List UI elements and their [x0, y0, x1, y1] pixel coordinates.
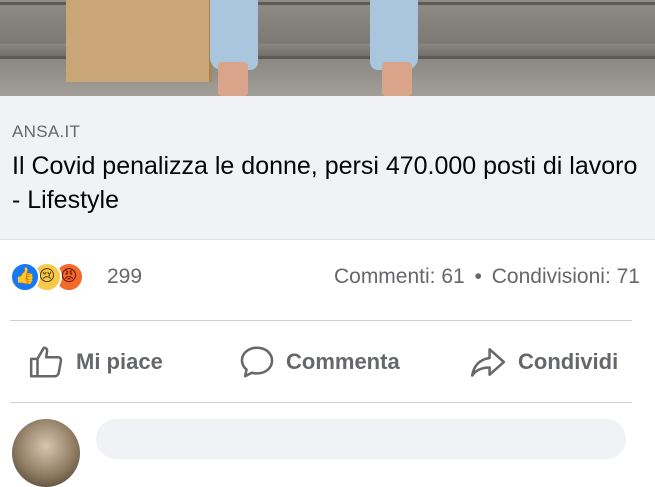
- link-headline[interactable]: Il Covid penalizza le donne, persi 470.0…: [12, 149, 642, 217]
- link-domain: ANSA.IT: [12, 122, 81, 141]
- divider: [10, 320, 632, 321]
- cardboard-box: [66, 0, 212, 82]
- link-preview-image[interactable]: [0, 0, 655, 96]
- like-button[interactable]: Mi piace: [28, 340, 163, 384]
- jeans-leg-left: [210, 0, 258, 70]
- reaction-count[interactable]: 299: [107, 265, 142, 289]
- avatar[interactable]: [12, 419, 80, 487]
- like-icon: 👍: [10, 262, 40, 292]
- comments-count[interactable]: Commenti: 61: [334, 265, 465, 288]
- share-label: Condividi: [518, 349, 619, 374]
- like-label: Mi piace: [76, 349, 163, 374]
- leg-skin-right: [382, 62, 412, 96]
- jeans-leg-right: [370, 0, 418, 70]
- post-stats: Commenti: 61 • Condivisioni: 71: [334, 265, 640, 289]
- speech-bubble-icon: [240, 346, 274, 378]
- thumbs-up-icon: [29, 346, 63, 378]
- share-arrow-icon: [470, 348, 506, 377]
- shares-count[interactable]: Condivisioni: 71: [492, 265, 640, 288]
- leg-skin-left: [218, 62, 248, 96]
- comment-label: Commenta: [286, 349, 400, 374]
- comment-button[interactable]: Commenta: [238, 340, 400, 384]
- stats-separator: •: [474, 265, 482, 288]
- divider: [10, 402, 632, 403]
- comment-bubble[interactable]: [96, 419, 626, 459]
- reaction-summary[interactable]: 👍 😢 😡 299 Commenti: 61 • Condivisioni: 7…: [10, 262, 640, 296]
- share-button[interactable]: Condividi: [468, 340, 618, 384]
